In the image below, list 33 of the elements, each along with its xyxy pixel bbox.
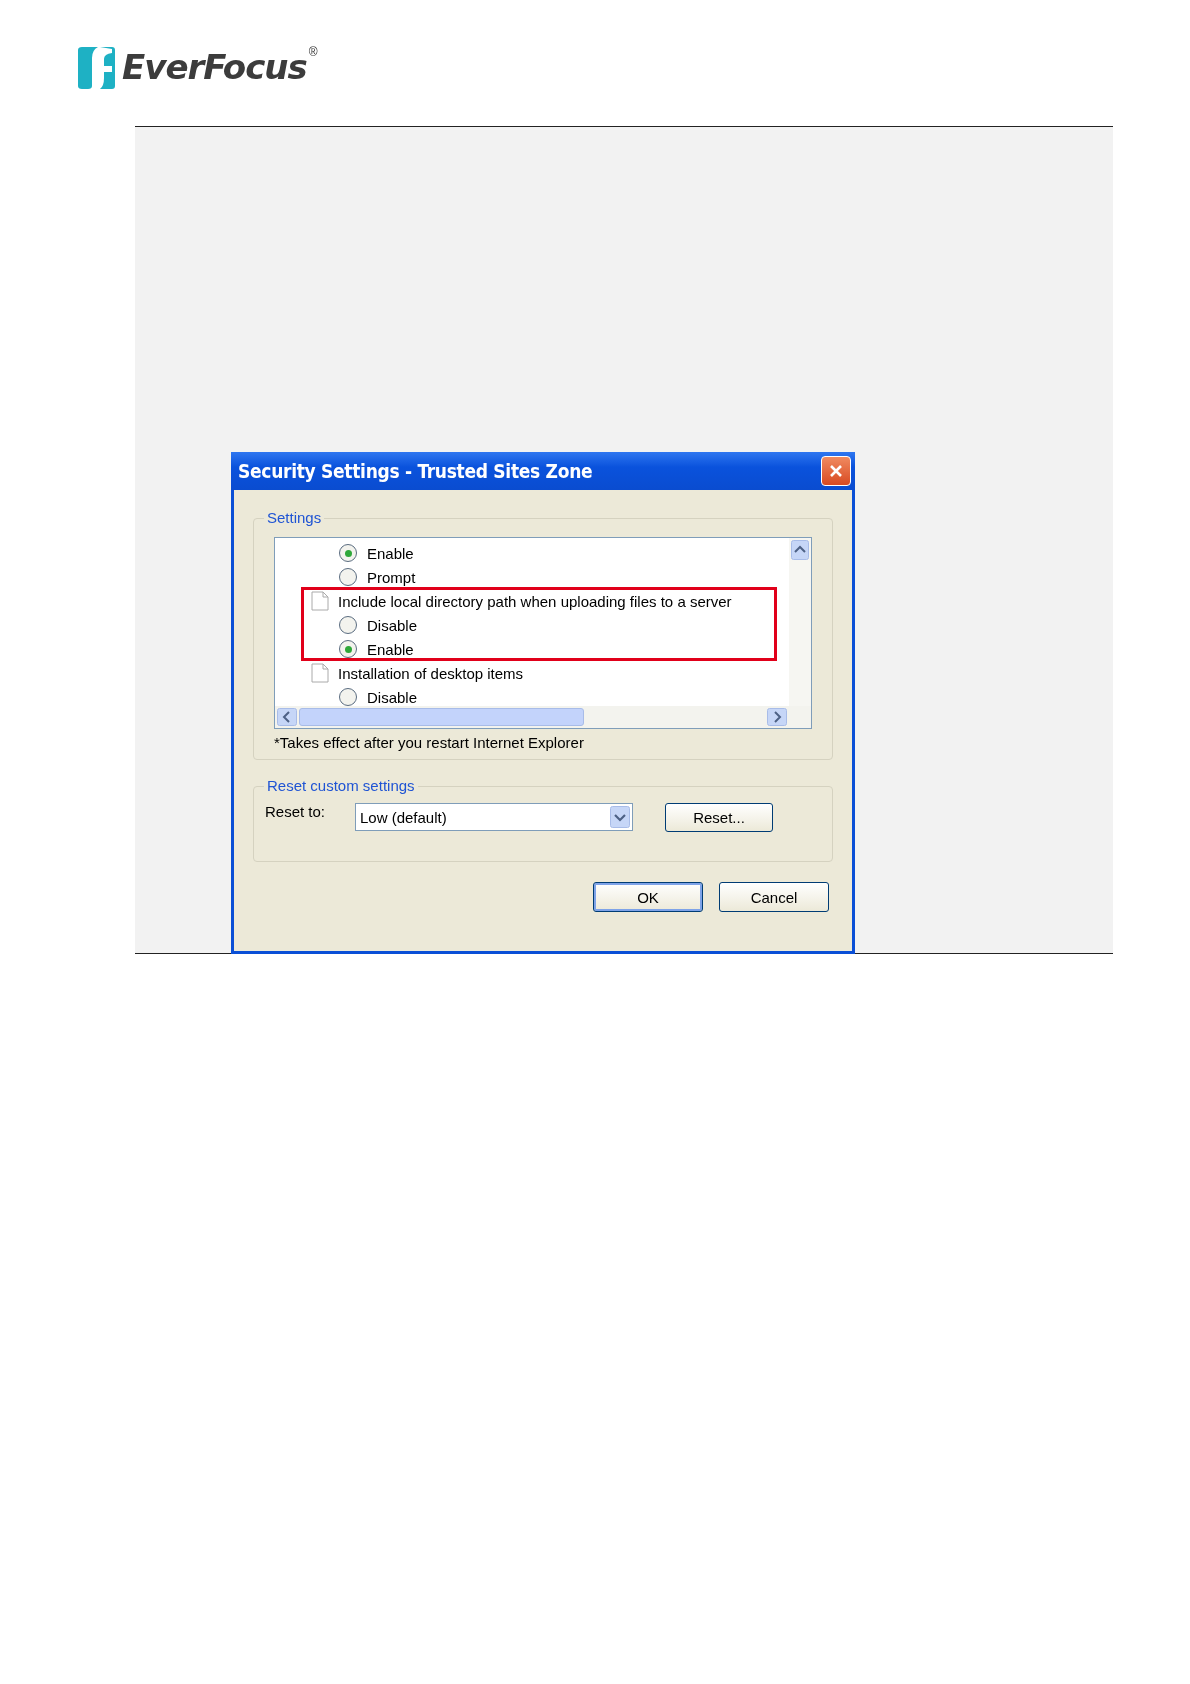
option-label: Disable [367, 616, 418, 634]
option-label: Prompt [367, 568, 416, 586]
radio-button[interactable] [339, 616, 357, 634]
setting-label: Installation of desktop items [338, 664, 524, 682]
option-label: Disable [367, 688, 418, 706]
registered-mark: ® [308, 45, 318, 59]
scroll-right-icon[interactable] [767, 708, 787, 726]
group-label: Settings [264, 509, 325, 526]
scroll-left-icon[interactable] [277, 708, 297, 726]
scroll-thumb[interactable] [299, 708, 584, 726]
document-icon [311, 591, 329, 611]
reset-button[interactable]: Reset... [665, 803, 773, 832]
reset-dropdown[interactable]: Low (default) [355, 803, 633, 831]
field-label: Reset to: [265, 803, 327, 820]
close-icon [829, 464, 843, 478]
group-label: Reset custom settings [264, 777, 418, 794]
option-label: Enable [367, 640, 414, 658]
dialog-button[interactable]: OK [593, 882, 703, 912]
option-label: Enable [367, 544, 414, 562]
dialog-button[interactable]: Cancel [719, 882, 829, 912]
logo-wordmark: EverFocus [122, 46, 307, 89]
window-title: Security Settings - Trusted Sites Zone [238, 460, 593, 482]
scroll-up-icon[interactable] [791, 540, 809, 560]
horizontal-scrollbar[interactable] [275, 706, 811, 728]
radio-button[interactable] [339, 568, 357, 586]
document-icon [311, 663, 329, 683]
note-text: *Takes effect after you restart Internet Explorer [274, 734, 585, 751]
setting-label: Include local directory path when uploading files to a server [338, 592, 732, 610]
radio-button[interactable] [339, 688, 357, 706]
radio-button[interactable] [339, 640, 357, 658]
radio-button[interactable] [339, 544, 357, 562]
close-button[interactable] [821, 456, 851, 486]
vertical-scrollbar[interactable] [789, 538, 811, 706]
